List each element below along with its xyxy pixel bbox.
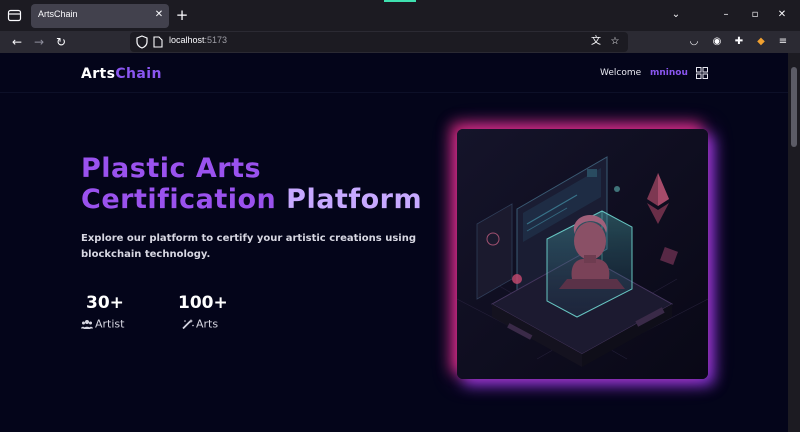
drag-accent: [384, 0, 416, 2]
stat-arts: 100+ Arts: [178, 293, 228, 331]
scrollbar-thumb[interactable]: [791, 67, 797, 147]
tab-list-icon: [7, 9, 22, 22]
site-logo[interactable]: ArtsChain: [81, 66, 162, 82]
stat-label: Artist: [95, 317, 125, 331]
maximize-icon[interactable]: ▫: [748, 8, 762, 22]
url-port: :5173: [204, 35, 228, 45]
tab-bar: ArtsChain ✕ + ⌄ – ▫ ✕: [0, 0, 800, 31]
stat-artists: 30+ Artist: [81, 293, 124, 331]
url-host: localhost: [169, 35, 205, 45]
stat-label-row: Artist: [81, 317, 124, 331]
hero-title: Plastic Arts Certification Platform: [81, 153, 422, 215]
new-tab-button[interactable]: +: [174, 6, 190, 24]
tab-list-button[interactable]: [6, 7, 23, 24]
hero-title-line1: Plastic Arts: [81, 153, 262, 184]
close-window-icon[interactable]: ✕: [775, 8, 789, 22]
stat-value: 100+: [178, 293, 228, 313]
logo-text-chain: Chain: [115, 66, 162, 82]
page-viewport: ArtsChain Welcome mninou Plastic Arts Ce…: [0, 53, 788, 432]
menu-icon[interactable]: ≡: [775, 34, 791, 50]
pocket-icon[interactable]: ◡: [686, 34, 702, 50]
stat-label-row: Arts: [182, 317, 228, 331]
isometric-nft-illustration: [457, 129, 708, 379]
active-tab[interactable]: ArtsChain ✕: [31, 4, 169, 28]
hero-title-certification: Certification: [81, 184, 277, 215]
logo-text-arts: Arts: [81, 66, 116, 82]
users-icon: [81, 320, 93, 329]
reload-icon[interactable]: ↻: [52, 33, 70, 51]
stat-value: 30+: [86, 293, 124, 313]
hero-description: Explore our platform to certify your art…: [81, 233, 417, 260]
account-icon[interactable]: ◉: [709, 34, 725, 50]
magic-wand-icon: [182, 319, 194, 329]
tab-title: ArtsChain: [38, 9, 78, 19]
back-icon[interactable]: ←: [8, 33, 26, 51]
navigation-toolbar: ← → ↻ localhost:5173 文 ☆ ◡ ◉ ✚ ◆ ≡: [0, 31, 800, 53]
close-tab-icon[interactable]: ✕: [152, 8, 166, 22]
hero-title-platform: Platform: [286, 184, 423, 215]
username-link[interactable]: mninou: [650, 68, 688, 78]
grid-menu-icon[interactable]: [696, 67, 708, 79]
stat-label: Arts: [196, 317, 219, 331]
shield-icon[interactable]: [136, 35, 148, 49]
translate-icon[interactable]: 文: [588, 34, 604, 50]
page-icon[interactable]: [153, 36, 163, 48]
extensions-icon[interactable]: ✚: [731, 34, 747, 50]
minimize-icon[interactable]: –: [719, 8, 733, 22]
page-scrollbar[interactable]: [788, 53, 800, 432]
forward-icon[interactable]: →: [30, 33, 48, 51]
url-bar[interactable]: localhost:5173 文 ☆: [130, 32, 628, 52]
hero-artwork: [457, 129, 708, 379]
metamask-fox-icon[interactable]: ◆: [753, 34, 769, 50]
welcome-label: Welcome: [600, 68, 642, 78]
site-header: ArtsChain Welcome mninou: [0, 53, 788, 93]
chevron-down-icon[interactable]: ⌄: [669, 8, 683, 22]
bookmark-star-icon[interactable]: ☆: [607, 34, 623, 50]
url-text[interactable]: localhost:5173: [169, 35, 227, 45]
